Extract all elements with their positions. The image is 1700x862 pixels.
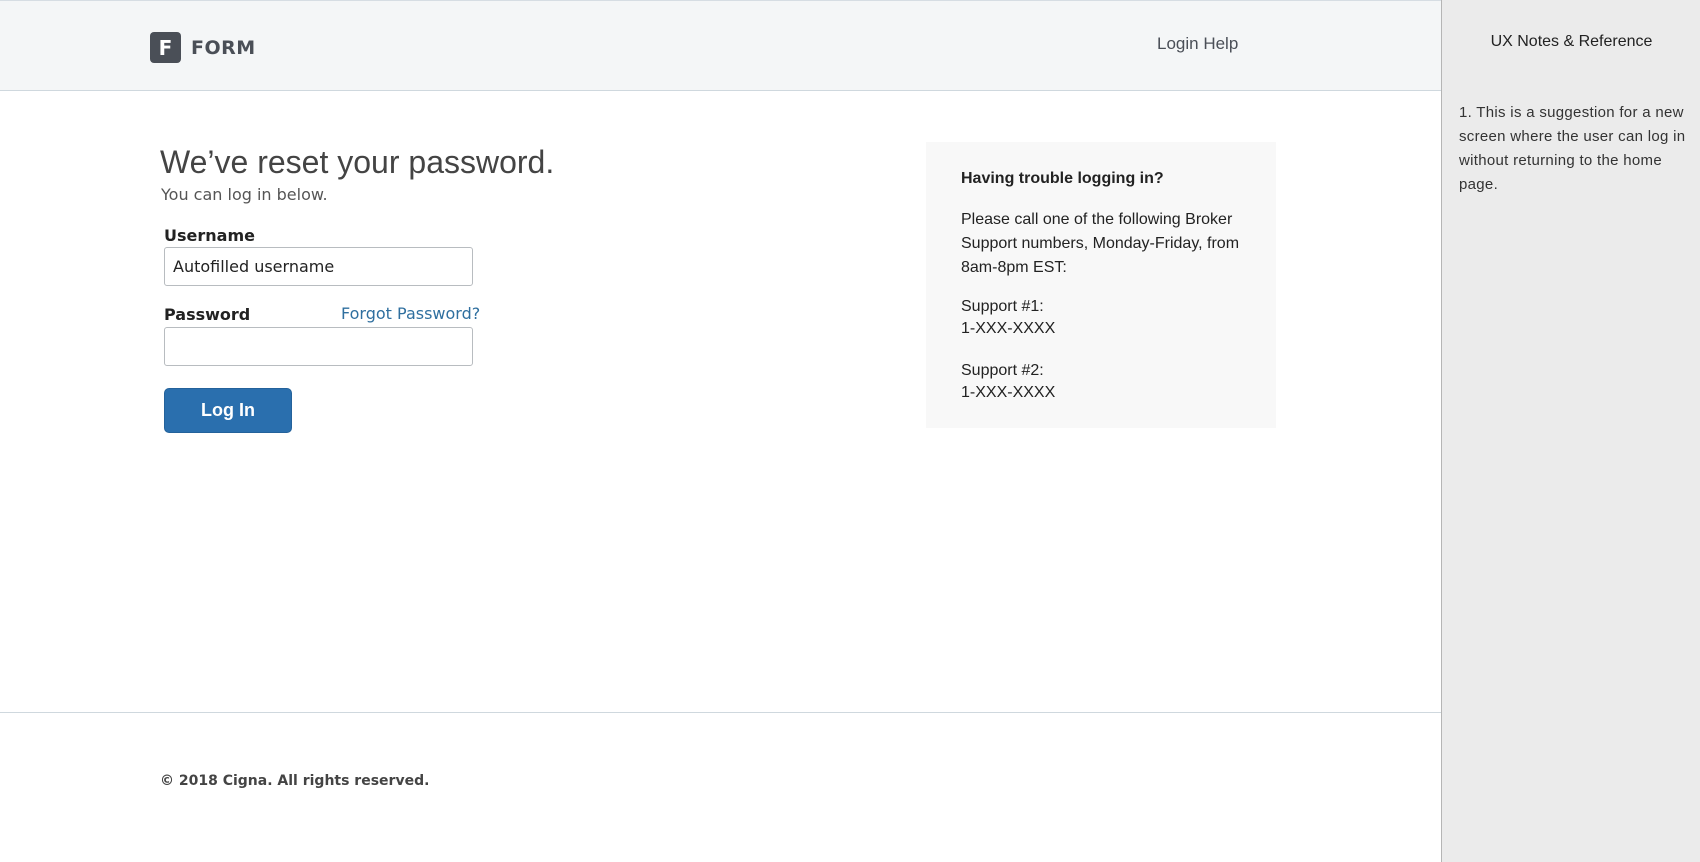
login-help-link[interactable]: Login Help: [1157, 34, 1238, 54]
password-input[interactable]: [164, 327, 473, 366]
support-2-label: Support #2:: [961, 362, 1044, 379]
ux-notes-panel: UX Notes & Reference 1. This is a sugges…: [1441, 0, 1700, 862]
page-subtitle: You can log in below.: [161, 185, 328, 204]
page-title: We’ve reset your password.: [160, 144, 555, 180]
logo-badge-icon: F: [150, 32, 181, 63]
main-area: F FORM Login Help We’ve reset your passw…: [0, 0, 1441, 862]
site-header: F FORM Login Help: [0, 1, 1441, 91]
support-1-number: 1-XXX-XXXX: [961, 320, 1056, 337]
logo-text: FORM: [191, 36, 256, 59]
site-footer: © 2018 Cigna. All rights reserved.: [0, 712, 1441, 862]
support-1-label: Support #1:: [961, 298, 1044, 315]
support-2: Support #2: 1-XXX-XXXX: [961, 360, 1055, 404]
note-1: 1. This is a suggestion for a new screen…: [1459, 104, 1686, 193]
help-title: Having trouble logging in?: [961, 170, 1164, 187]
log-in-button[interactable]: Log In: [164, 388, 292, 433]
form-logo[interactable]: F FORM: [150, 32, 256, 63]
password-label: Password: [164, 305, 251, 324]
help-box: Having trouble logging in? Please call o…: [926, 142, 1276, 428]
support-2-number: 1-XXX-XXXX: [961, 384, 1056, 401]
notes-title: UX Notes & Reference: [1490, 33, 1653, 50]
username-input[interactable]: [164, 247, 473, 286]
copyright: © 2018 Cigna. All rights reserved.: [160, 773, 430, 789]
username-label: Username: [164, 226, 255, 245]
help-body: Please call one of the following Broker …: [961, 211, 1240, 276]
forgot-password-link[interactable]: Forgot Password?: [341, 304, 480, 323]
page: F FORM Login Help We’ve reset your passw…: [0, 0, 1700, 862]
support-1: Support #1: 1-XXX-XXXX: [961, 296, 1055, 340]
